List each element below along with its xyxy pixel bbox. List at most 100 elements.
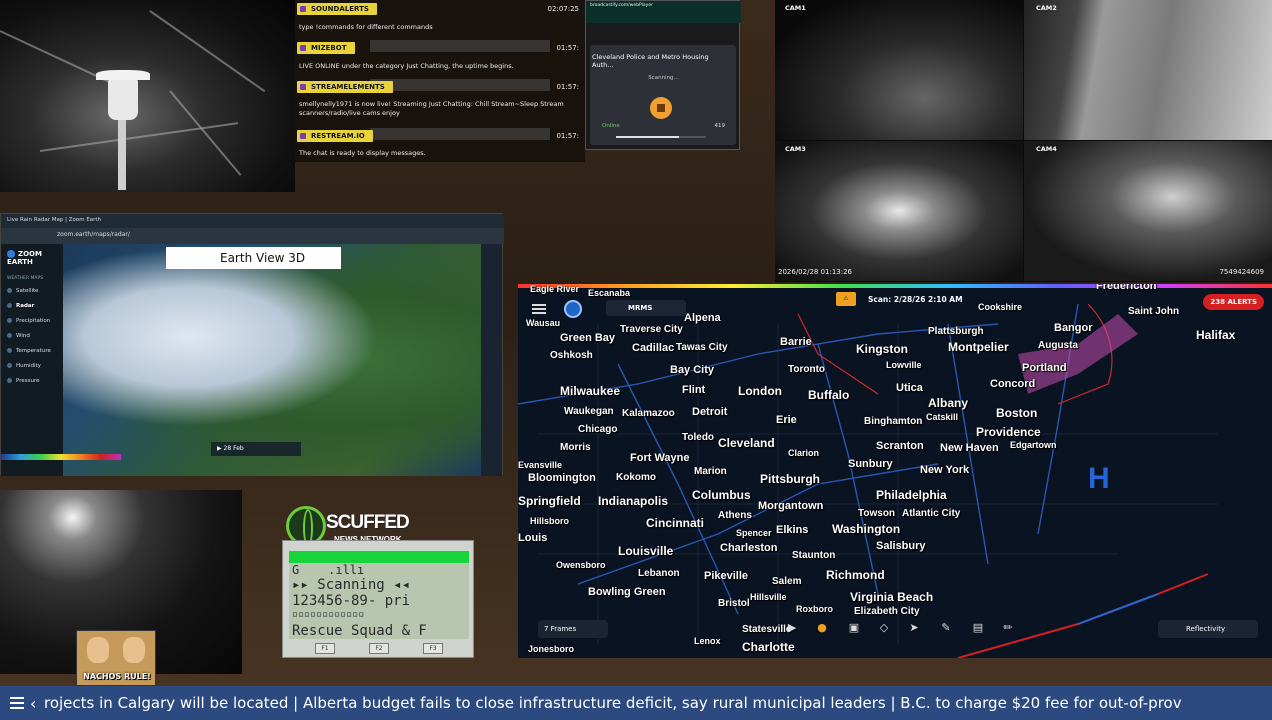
city-label: Cookshire: [978, 302, 1023, 312]
volume-slider[interactable]: [616, 136, 706, 138]
city-label: Indianapolis: [598, 494, 669, 508]
city-label: Louisville: [618, 544, 674, 558]
city-label: Barrie: [780, 336, 812, 348]
city-label: Erie: [776, 414, 797, 426]
ruler-icon[interactable]: ✎: [938, 620, 954, 636]
city-label: Pittsburgh: [760, 472, 820, 486]
location-pin-icon[interactable]: ●: [814, 620, 830, 636]
scanner-display: G .ıllı ▸▸ Scanning ◂◂ 123456-89- pri ▫▫…: [282, 540, 474, 658]
city-label: Detroit: [692, 406, 728, 418]
city-label: Jonesboro: [528, 644, 575, 654]
city-label: Lenox: [694, 636, 721, 646]
layer-satellite[interactable]: Satellite: [7, 288, 39, 294]
map-controls[interactable]: [481, 244, 502, 476]
layer-radar[interactable]: Radar: [7, 303, 34, 309]
chat-overlay: SOUNDALERTS 02:07:25 type !commands for …: [295, 0, 585, 162]
city-label: Toledo: [682, 432, 715, 443]
play-icon[interactable]: ▶: [784, 620, 800, 636]
chat-timestamp: 01:57:: [556, 44, 579, 52]
bird-feeder: [96, 70, 150, 120]
frames-select[interactable]: 7 Frames: [538, 620, 608, 638]
playback-bar[interactable]: ▶ 28 Feb: [211, 442, 301, 456]
alerts-badge[interactable]: 238 ALERTS: [1203, 294, 1264, 310]
cctv-timestamp: 2026/02/28 01:13:26: [778, 268, 853, 276]
city-label: Virginia Beach: [850, 590, 934, 604]
city-label: Saint John: [1128, 306, 1180, 317]
city-label: Morris: [560, 442, 591, 453]
city-label: Chicago: [578, 424, 618, 435]
city-label: Bangor: [1054, 322, 1093, 334]
earth-view-3d-badge[interactable]: Earth View 3D: [166, 247, 341, 269]
radar-color-bar: [518, 284, 1272, 288]
us-radar-map[interactable]: Eagle River Escanaba Traverse City Alpena Wa…: [518, 284, 1272, 658]
city-label: Augusta: [1038, 340, 1078, 351]
chat-timestamp: 01:57:: [556, 83, 579, 91]
browser-tab[interactable]: Live Rain Radar Map | Zoom Earth: [7, 217, 101, 223]
city-label: Traverse City: [620, 324, 683, 335]
menu-icon[interactable]: [532, 304, 546, 314]
city-label: Concord: [990, 378, 1036, 390]
city-label: Bay City: [670, 364, 715, 376]
browser-url-bar[interactable]: zoom.earth/maps/radar/: [1, 228, 504, 244]
city-label: Fredericton: [1096, 284, 1157, 292]
radar-source-select[interactable]: MRMS: [606, 300, 686, 316]
city-label: Buffalo: [808, 388, 850, 402]
scanner-audio-player: broadcastify.com/webPlayer Cleveland Pol…: [585, 0, 741, 150]
city-label: Halifax: [1196, 328, 1236, 342]
city-label: Lowville: [886, 360, 922, 370]
f3-key[interactable]: F3: [423, 643, 443, 654]
draw-icon[interactable]: ✏: [1000, 620, 1016, 636]
high-pressure-symbol: H: [1088, 462, 1110, 495]
streamer-avatar: NACHOS RULE!: [76, 630, 156, 686]
chat-text: type !commands for different commands: [299, 23, 433, 31]
zoom-sidebar: ZOOM EARTH WEATHER MAPS Satellite Radar …: [1, 244, 63, 476]
power-icon[interactable]: [564, 300, 582, 318]
cctv-cam4: CAM4: [1024, 141, 1272, 281]
scanner-channel: 123456-89- pri: [292, 593, 411, 609]
avatar-caption: NACHOS RULE!: [83, 672, 151, 681]
product-select[interactable]: Reflectivity: [1158, 620, 1258, 638]
city-label: Marion: [694, 466, 727, 477]
layer-pressure[interactable]: Pressure: [7, 378, 40, 384]
layer-humidity[interactable]: Humidity: [7, 363, 41, 369]
city-label: Richmond: [826, 568, 885, 582]
warning-icon[interactable]: ⚠: [836, 292, 856, 306]
city-label: Boston: [996, 406, 1038, 420]
layer-precipitation[interactable]: Precipitation: [7, 318, 50, 324]
f1-key[interactable]: F1: [315, 643, 335, 654]
shape-icon[interactable]: ◇: [876, 620, 892, 636]
player-online-status: Online: [602, 123, 620, 129]
city-label: Waukegan: [564, 406, 614, 417]
ticker-menu-icon[interactable]: [10, 697, 24, 709]
city-label: Milwaukee: [560, 384, 621, 398]
send-icon[interactable]: ➤: [906, 620, 922, 636]
stop-button[interactable]: [650, 97, 672, 119]
city-label: Atlantic City: [902, 508, 961, 519]
city-label: New Haven: [940, 442, 999, 454]
f2-key[interactable]: F2: [369, 643, 389, 654]
city-label: Plattsburgh: [928, 326, 984, 337]
player-feed-title: Cleveland Police and Metro Housing Auth.…: [592, 53, 709, 69]
chat-text: smellynelly1971 is now live! Streaming J…: [299, 100, 564, 117]
city-label: Charleston: [720, 542, 778, 554]
map-layers-icon[interactable]: ▤: [970, 620, 986, 636]
city-label: Philadelphia: [876, 488, 947, 502]
cctv-grid: CAM1 CAM2 CAM3 CAM4 2026/02/28 01:13:26 …: [775, 0, 1272, 282]
chevron-left-icon[interactable]: ‹: [30, 694, 36, 713]
map-toolbar: ▶ ● ▣ ◇ ➤ ✎ ▤ ✏: [774, 618, 1014, 638]
city-label: Kokomo: [616, 472, 656, 483]
cctv-cam2: CAM2: [1024, 0, 1272, 140]
layer-wind[interactable]: Wind: [7, 333, 30, 339]
layer-temperature[interactable]: Temperature: [7, 348, 51, 354]
scanner-lcd: G .ıllı ▸▸ Scanning ◂◂ 123456-89- pri ▫▫…: [289, 551, 469, 639]
news-ticker: ‹ rojects in Calgary will be located | A…: [0, 686, 1272, 720]
player-status: Scanning...: [648, 75, 679, 81]
screenshot-icon[interactable]: ▣: [846, 620, 862, 636]
cam-label: CAM2: [1036, 4, 1057, 12]
city-label: Binghamton: [864, 416, 923, 427]
radar-legend: [1, 454, 121, 460]
city-label: Oshkosh: [550, 350, 593, 361]
city-label: Bristol: [718, 598, 750, 609]
chat-text: The chat is ready to display messages.: [299, 149, 426, 157]
stream-overlay: SOUNDALERTS 02:07:25 type !commands for …: [0, 0, 1272, 720]
